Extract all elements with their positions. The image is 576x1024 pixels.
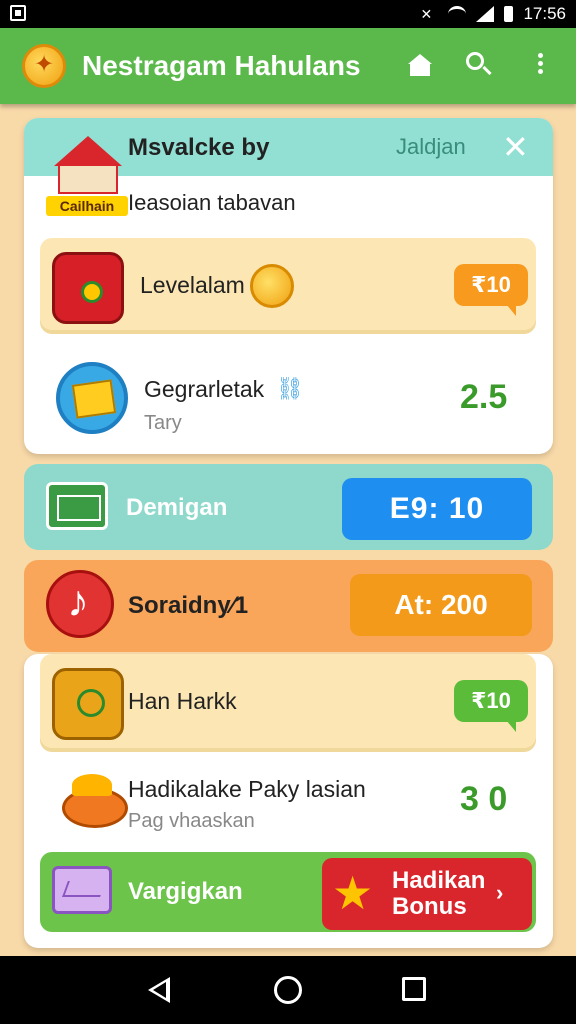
list-item-geo[interactable]: Gegrarletak ⛓ Tary 2.5 bbox=[40, 350, 536, 446]
bonus-button[interactable]: ★ Hadikan Bonus › bbox=[322, 858, 532, 930]
crate-icon bbox=[56, 362, 128, 434]
pill-tail bbox=[506, 304, 516, 316]
item-sublabel: Pag vhaaskan bbox=[128, 810, 255, 832]
card-rewards: Han Harkk ₹10 Hadikalake Paky lasian Pag… bbox=[24, 654, 553, 948]
card-msvalcke: Msvalcke by Jaldjan ✕ Cailhain Ieasoian … bbox=[24, 118, 553, 454]
card-subtitle: Ieasoian tabavan bbox=[128, 190, 296, 215]
item-value: 3 0 bbox=[460, 780, 508, 818]
status-icons: ✕ 17:56 bbox=[420, 4, 566, 24]
music-note-icon bbox=[46, 570, 114, 638]
band-label: Soraidny∕1 bbox=[128, 592, 249, 619]
more-vert-icon[interactable] bbox=[524, 50, 556, 82]
demigan-button[interactable]: E9: 10 bbox=[342, 478, 532, 540]
card-header-link[interactable]: Jaldjan bbox=[396, 134, 466, 160]
status-bar: ✕ 17:56 bbox=[0, 0, 576, 28]
house-sign: Cailhain bbox=[46, 196, 128, 216]
coin-logo-icon bbox=[22, 44, 66, 88]
item-label: Han Harkk bbox=[128, 688, 237, 714]
soraidny-button[interactable]: At: 200 bbox=[350, 574, 532, 636]
home-icon[interactable] bbox=[404, 50, 436, 82]
app-title: Nestragam Hahulans bbox=[82, 50, 361, 81]
nav-back-icon[interactable] bbox=[148, 977, 170, 1003]
pot-icon bbox=[58, 766, 134, 838]
signal-icon bbox=[476, 6, 495, 22]
nav-home-icon[interactable] bbox=[274, 976, 302, 1004]
envelope-icon bbox=[52, 866, 112, 914]
list-item-level[interactable]: Levelalam ₹10 bbox=[40, 238, 536, 330]
bonus-text: Hadikan Bonus bbox=[392, 868, 485, 920]
photo-icon bbox=[10, 5, 26, 21]
house-icon: Cailhain bbox=[46, 126, 134, 216]
link-icon: ⛓ bbox=[276, 376, 304, 401]
item-label: Levelalam bbox=[140, 272, 245, 298]
red-box-icon bbox=[52, 252, 124, 324]
mute-icon: ✕ bbox=[420, 6, 433, 22]
price-pill[interactable]: ₹10 bbox=[454, 680, 528, 722]
nav-recents-icon[interactable] bbox=[402, 977, 426, 1001]
system-nav-bar bbox=[0, 956, 576, 1024]
item-label: Vargigkan bbox=[128, 878, 243, 905]
chevron-right-icon: › bbox=[496, 880, 504, 905]
chest-icon bbox=[52, 668, 124, 740]
app-bar: Nestragam Hahulans bbox=[0, 28, 576, 104]
item-label: Hadikalake Paky lasian bbox=[128, 776, 366, 802]
price-pill[interactable]: ₹10 bbox=[454, 264, 528, 306]
bonus-line2: Bonus bbox=[392, 893, 467, 920]
wifi-icon bbox=[448, 6, 467, 22]
list-item-hadi[interactable]: Hadikalake Paky lasian Pag vhaaskan 3 0 bbox=[40, 754, 536, 854]
pill-tail bbox=[506, 720, 516, 732]
list-item-han[interactable]: Han Harkk ₹10 bbox=[40, 654, 536, 748]
card-title: Msvalcke by bbox=[128, 134, 270, 161]
bonus-line1: Hadikan bbox=[392, 867, 486, 894]
item-sublabel: Tary bbox=[144, 412, 182, 434]
band-label: Demigan bbox=[126, 494, 228, 521]
gold-coin-icon bbox=[250, 264, 294, 308]
close-icon[interactable]: ✕ bbox=[502, 128, 529, 166]
list-item-vargi[interactable]: Vargigkan ★ Hadikan Bonus › bbox=[40, 852, 536, 932]
star-icon: ★ bbox=[332, 867, 374, 919]
band-soraidny[interactable]: Soraidny∕1 At: 200 bbox=[24, 560, 553, 652]
ticket-icon bbox=[46, 482, 108, 530]
item-label: Gegrarletak bbox=[144, 376, 265, 402]
status-time: 17:56 bbox=[523, 4, 566, 23]
battery-icon bbox=[504, 6, 514, 22]
search-icon[interactable] bbox=[464, 50, 496, 82]
item-value: 2.5 bbox=[460, 378, 508, 416]
band-demigan[interactable]: Demigan E9: 10 bbox=[24, 464, 553, 550]
